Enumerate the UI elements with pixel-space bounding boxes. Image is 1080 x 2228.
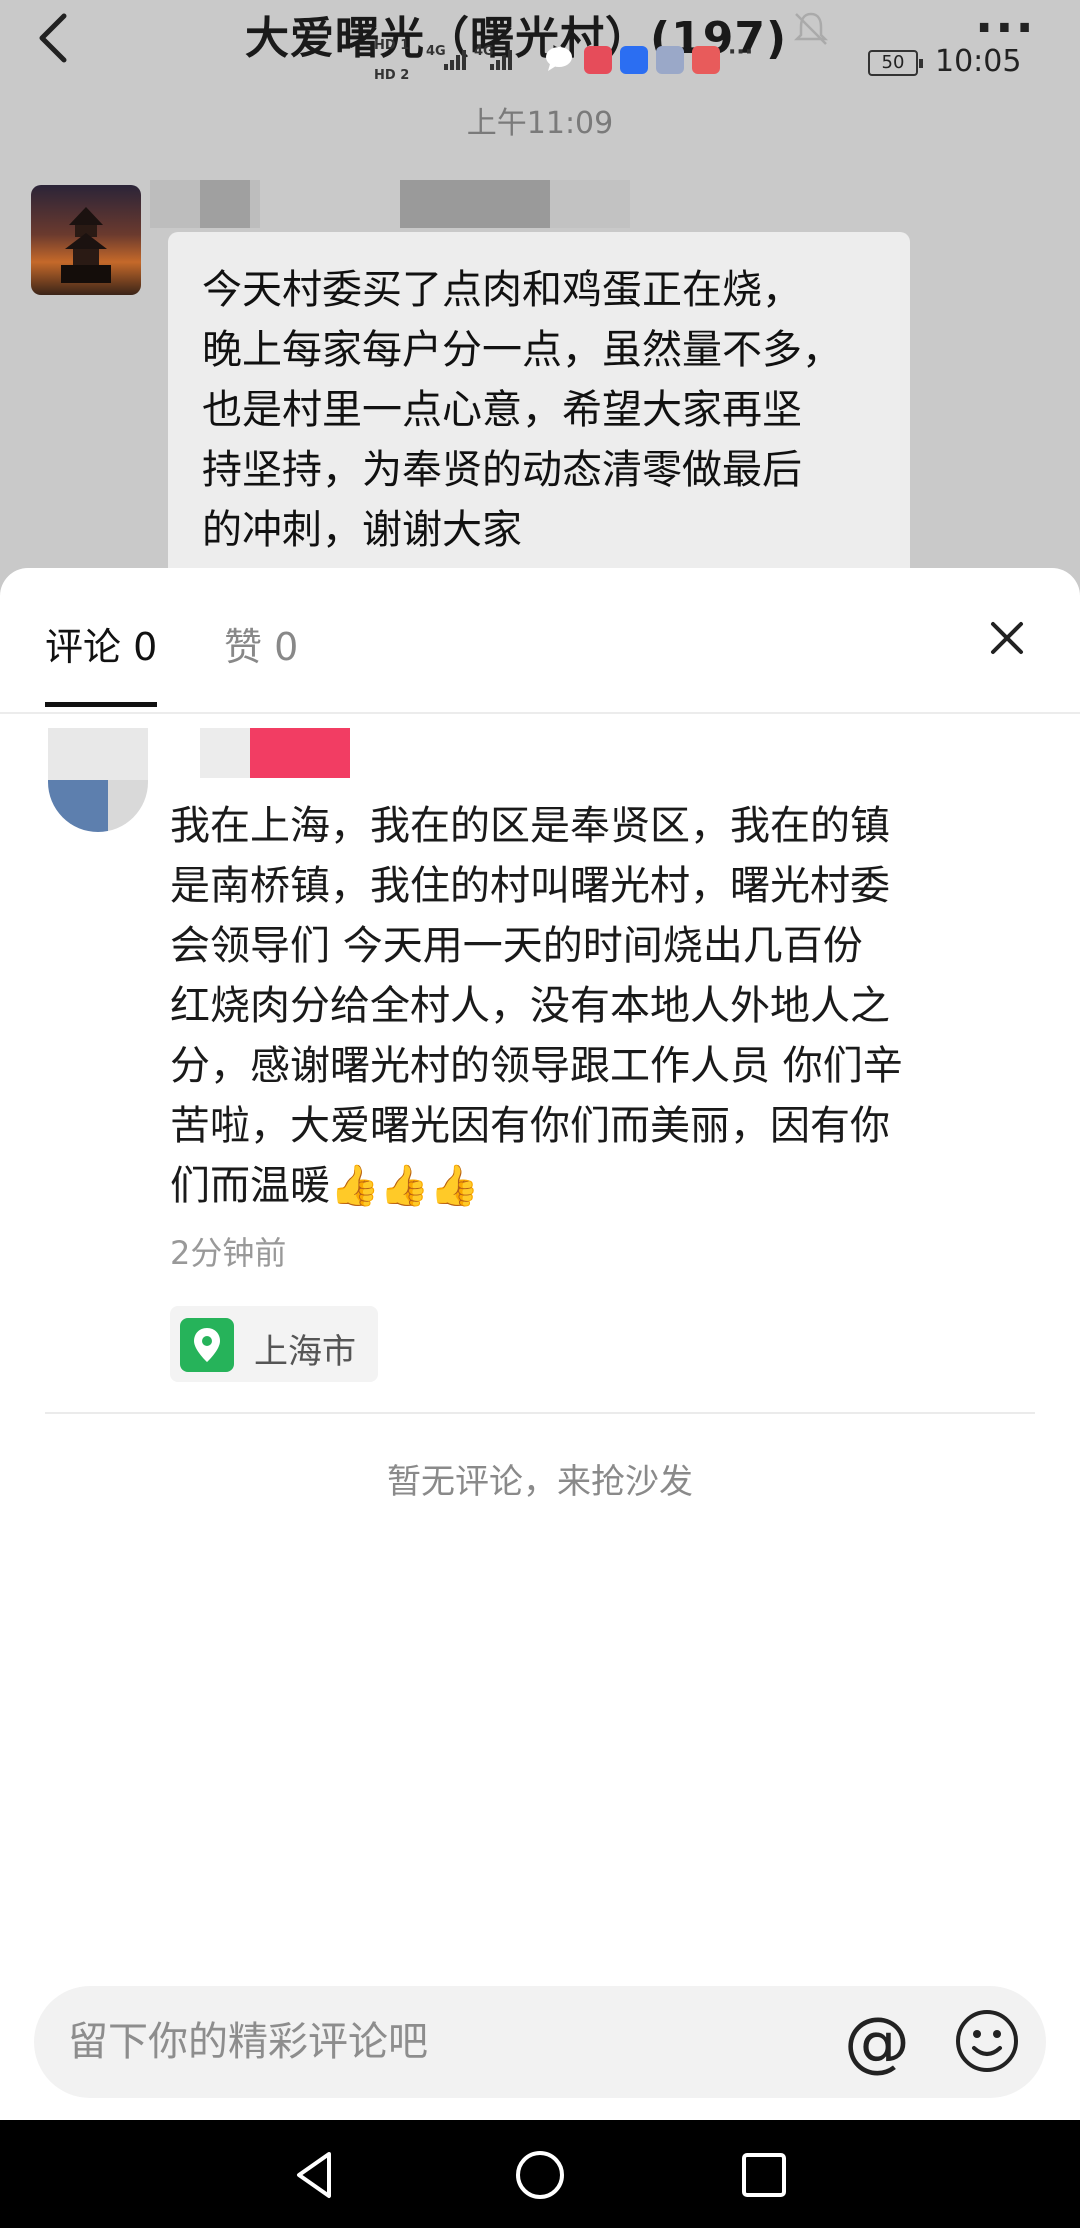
post-time: 2分钟前 bbox=[170, 1234, 287, 1272]
post-line: 苦啦，大爱曙光因有你们而美丽，因有你 bbox=[170, 1103, 890, 1149]
post-line: 是南桥镇，我住的村叫曙光村，曙光村委 bbox=[170, 863, 890, 909]
sim2-label: HD 2 bbox=[374, 68, 410, 83]
emoji-face-icon[interactable] bbox=[954, 2008, 1020, 2074]
chat-background: 大爱曙光（曙光村）(197) ··· HD 1 HD 2 4G 4G ··· 5… bbox=[0, 0, 1080, 602]
post-line: 我在上海，我在的区是奉贤区，我在的镇 bbox=[170, 803, 890, 849]
sender-name-blurred bbox=[550, 180, 630, 228]
pagoda-image bbox=[61, 207, 111, 283]
post-line: 分，感谢曙光村的领导跟工作人员 你们辛 bbox=[170, 1043, 903, 1089]
active-tab-indicator bbox=[45, 702, 157, 707]
signal-bars-icon bbox=[490, 50, 512, 70]
app-notification-icon bbox=[584, 46, 612, 74]
message-timestamp: 上午11:09 bbox=[466, 106, 614, 141]
sender-name-blurred bbox=[400, 180, 550, 228]
message-line: 晚上每家每户分一点，虽然量不多， bbox=[202, 327, 842, 373]
sim1-label: HD 1 bbox=[374, 38, 410, 53]
app-notification-icon bbox=[620, 46, 648, 74]
post-line: 们而温暖 bbox=[170, 1163, 330, 1209]
tab-likes[interactable]: 赞 0 bbox=[224, 616, 298, 671]
mention-at-icon[interactable]: @ bbox=[844, 2002, 910, 2082]
network-indicators: HD 1 HD 2 4G 4G ··· bbox=[374, 38, 774, 86]
post-line-last: 们而温暖👍👍👍 bbox=[170, 1156, 970, 1216]
sender-avatar[interactable] bbox=[31, 185, 141, 295]
system-nav-bar bbox=[0, 2120, 1080, 2228]
divider bbox=[0, 712, 1080, 714]
message-bubble-icon bbox=[546, 47, 572, 71]
battery-indicator: 50 bbox=[868, 50, 923, 76]
net1-label: 4G bbox=[426, 44, 446, 59]
signal-bars-icon bbox=[444, 50, 466, 70]
huawei-app-icon bbox=[692, 46, 720, 74]
message-line: 持坚持，为奉贤的动态清零做最后 bbox=[202, 447, 802, 493]
location-chip[interactable]: 上海市 bbox=[170, 1306, 378, 1382]
close-icon[interactable] bbox=[985, 616, 1029, 660]
empty-comments-note: 暂无评论，来抢沙发 bbox=[387, 1462, 693, 1502]
message-line: 今天村委买了点肉和鸡蛋正在烧， bbox=[202, 267, 802, 313]
nav-home-icon[interactable] bbox=[513, 2148, 567, 2202]
comment-input[interactable] bbox=[68, 2014, 828, 2070]
tab-comments[interactable]: 评论 0 bbox=[45, 616, 157, 671]
more-notifications-icon: ··· bbox=[728, 40, 754, 65]
location-pin-icon bbox=[180, 1318, 234, 1372]
status-time: 10:05 bbox=[935, 44, 1022, 79]
comments-sheet: 评论 0 赞 0 我在上海，我在的区是奉贤区，我在的镇 是南桥镇，我住的村叫曙光… bbox=[0, 568, 1080, 2120]
music-app-icon bbox=[656, 46, 684, 74]
message-bubble[interactable]: 今天村委买了点肉和鸡蛋正在烧， 晚上每家每户分一点，虽然量不多， 也是村里一点心… bbox=[168, 232, 910, 602]
location-label: 上海市 bbox=[254, 1332, 356, 1372]
sender-name-blurred bbox=[200, 180, 250, 228]
poster-name-blurred bbox=[200, 728, 250, 778]
post-text: 我在上海，我在的区是奉贤区，我在的镇 是南桥镇，我住的村叫曙光村，曙光村委 会领… bbox=[170, 796, 970, 1216]
message-line: 的冲刺，谢谢大家 bbox=[202, 507, 522, 553]
status-bar: 大爱曙光（曙光村）(197) ··· HD 1 HD 2 4G 4G ··· 5… bbox=[0, 0, 1080, 90]
nav-back-icon[interactable] bbox=[289, 2148, 343, 2202]
post-line: 红烧肉分给全村人，没有本地人外地人之 bbox=[170, 983, 890, 1029]
poster-name-blurred bbox=[250, 728, 350, 778]
message-line: 也是村里一点心意，希望大家再坚 bbox=[202, 387, 802, 433]
comment-input-bar: @ bbox=[34, 1986, 1046, 2098]
nav-recents-icon[interactable] bbox=[737, 2148, 791, 2202]
mute-bell-icon bbox=[793, 12, 829, 45]
back-arrow-icon[interactable] bbox=[30, 8, 80, 68]
post-line: 会领导们 今天用一天的时间烧出几百份 bbox=[170, 923, 863, 969]
thumbs-up-emoji: 👍👍👍 bbox=[330, 1163, 480, 1209]
divider bbox=[45, 1412, 1035, 1414]
poster-avatar[interactable] bbox=[48, 728, 148, 832]
